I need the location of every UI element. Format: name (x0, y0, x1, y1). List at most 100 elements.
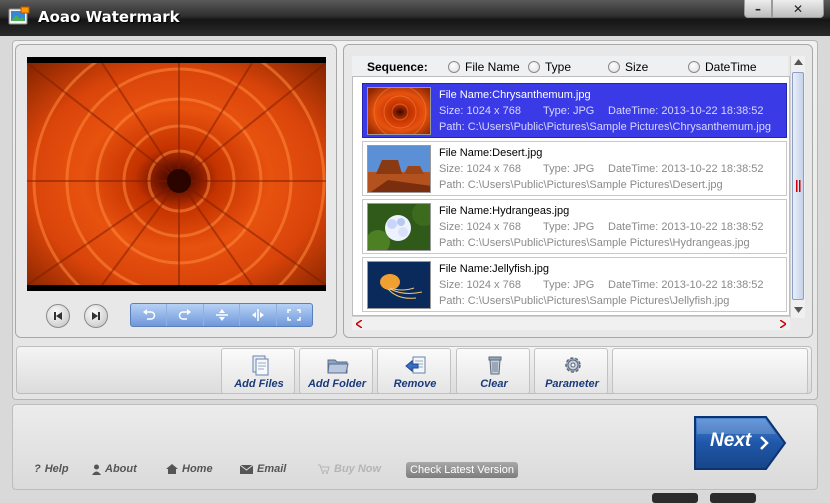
file-type: Type: JPG (543, 279, 595, 291)
gear-icon (565, 357, 581, 373)
clear-label: Clear (480, 378, 508, 390)
scroll-right-icon (780, 320, 786, 328)
minimize-button[interactable]: – (744, 0, 772, 18)
home-link[interactable]: Home (166, 463, 213, 475)
rotate-left-icon (142, 309, 155, 320)
flip-vertical-icon (215, 309, 228, 321)
cart-icon (318, 464, 330, 474)
rotate-left-button[interactable] (131, 304, 168, 326)
fit-screen-button[interactable] (277, 304, 312, 326)
scroll-up-icon (794, 59, 803, 65)
parameter-label: Parameter (545, 378, 599, 390)
sequence-label: Sequence: (367, 60, 428, 74)
help-icon: ? (34, 463, 41, 475)
file-type: Type: JPG (543, 163, 595, 175)
sort-radio-filename[interactable] (448, 61, 460, 73)
buy-now-label: Buy Now (334, 463, 382, 475)
file-size: Size: 1024 x 768 (439, 221, 521, 233)
clear-button[interactable]: Clear (456, 348, 530, 394)
help-link[interactable]: ? Help (34, 463, 69, 475)
file-datetime: DateTime: 2013-10-22 18:38:52 (608, 221, 764, 233)
chevron-right-icon (760, 436, 769, 450)
file-path: Path: C:\Users\Public\Pictures\Sample Pi… (439, 295, 730, 307)
vertical-scroll-thumb[interactable] (792, 72, 804, 300)
image-tools-strip (130, 303, 313, 327)
file-datetime: DateTime: 2013-10-22 18:38:52 (608, 163, 764, 175)
app-logo-icon (8, 6, 30, 25)
window-title: Aoao Watermark (38, 8, 180, 26)
app-window: Aoao Watermark – ✕ Sequence: File Name T… (0, 0, 830, 503)
skip-back-icon (54, 312, 62, 320)
thumbnail-hydrangeas (367, 203, 431, 251)
thumbnail-jellyfish (367, 261, 431, 309)
trash-icon (488, 356, 502, 375)
home-icon (166, 464, 178, 474)
horizontal-scrollbar[interactable] (352, 316, 790, 330)
file-path: Path: C:\Users\Public\Pictures\Sample Pi… (439, 237, 750, 249)
previous-image-button[interactable] (46, 304, 70, 328)
flip-vertical-button[interactable] (204, 304, 241, 326)
file-datetime: DateTime: 2013-10-22 18:38:52 (608, 105, 764, 117)
rotate-right-icon (178, 309, 192, 320)
file-item-desert[interactable]: File Name:Desert.jpg Size: 1024 x 768 Typ… (362, 141, 787, 196)
scroll-left-icon (356, 320, 362, 328)
file-name: File Name:Hydrangeas.jpg (439, 205, 570, 217)
file-item-chrysanthemum[interactable]: File Name:Chrysanthemum.jpg Size: 1024 x… (362, 83, 787, 138)
add-folder-button[interactable]: Add Folder (299, 348, 373, 394)
parameter-button[interactable]: Parameter (534, 348, 608, 394)
file-size: Size: 1024 x 768 (439, 105, 521, 117)
remove-icon (405, 356, 426, 374)
remove-label: Remove (393, 378, 437, 390)
sort-label-type: Type (545, 60, 572, 74)
file-name: File Name:Desert.jpg (439, 147, 543, 159)
next-image-button[interactable] (84, 304, 108, 328)
home-label: Home (182, 463, 213, 475)
add-files-label: Add Files (234, 378, 284, 390)
file-size: Size: 1024 x 768 (439, 163, 521, 175)
file-path: Path: C:\Users\Public\Pictures\Sample Pi… (439, 121, 771, 133)
user-icon (92, 464, 101, 475)
buy-now-link[interactable]: Buy Now (318, 463, 381, 475)
about-link[interactable]: About (92, 463, 137, 475)
sort-label-size: Size (625, 60, 649, 74)
add-folder-label: Add Folder (307, 378, 367, 390)
file-path: Path: C:\Users\Public\Pictures\Sample Pi… (439, 179, 723, 191)
file-list: File Name:Chrysanthemum.jpg Size: 1024 x… (352, 76, 790, 316)
title-bar: Aoao Watermark – ✕ (0, 0, 830, 36)
next-label[interactable]: Next (710, 430, 751, 452)
remove-button[interactable]: Remove (377, 348, 451, 394)
file-item-hydrangeas[interactable]: File Name:Hydrangeas.jpg Size: 1024 x 76… (362, 199, 787, 254)
preview-frame (27, 57, 326, 291)
grip-icon (796, 180, 801, 192)
flip-horizontal-button[interactable] (240, 304, 277, 326)
add-files-button[interactable]: Add Files (221, 348, 295, 394)
email-link[interactable]: Email (240, 463, 286, 475)
preview-image (27, 63, 326, 285)
sort-radio-type[interactable] (528, 61, 540, 73)
sort-radio-datetime[interactable] (688, 61, 700, 73)
file-item-jellyfish[interactable]: File Name:Jellyfish.jpg Size: 1024 x 768… (362, 257, 787, 312)
file-type: Type: JPG (543, 105, 595, 117)
help-label: Help (44, 463, 69, 475)
thumbnail-chrysanthemum (367, 87, 431, 135)
about-label: About (105, 463, 137, 475)
thumbnail-desert (367, 145, 431, 193)
flip-horizontal-icon (251, 309, 264, 321)
file-meta: Size: 1024 x 768 Type: JPG DateTime: 2013-… (439, 279, 764, 291)
file-type: Type: JPG (543, 221, 595, 233)
skip-forward-icon (92, 312, 100, 320)
sort-label-filename: File Name (465, 60, 520, 74)
add-files-icon (252, 355, 269, 376)
file-name: File Name:Jellyfish.jpg (439, 263, 550, 275)
file-meta: Size: 1024 x 768 Type: JPG DateTime: 2013-… (439, 105, 764, 117)
rotate-right-button[interactable] (167, 304, 204, 326)
check-latest-version-button[interactable]: Check Latest Version (406, 462, 518, 478)
sort-radio-size[interactable] (608, 61, 620, 73)
file-size: Size: 1024 x 768 (439, 279, 521, 291)
file-meta: Size: 1024 x 768 Type: JPG DateTime: 2013-… (439, 221, 764, 233)
file-datetime: DateTime: 2013-10-22 18:38:52 (608, 279, 764, 291)
sort-label-datetime: DateTime (705, 60, 757, 74)
bottom-edge-tabs (652, 493, 756, 503)
close-button[interactable]: ✕ (772, 0, 824, 18)
email-icon (240, 464, 253, 474)
